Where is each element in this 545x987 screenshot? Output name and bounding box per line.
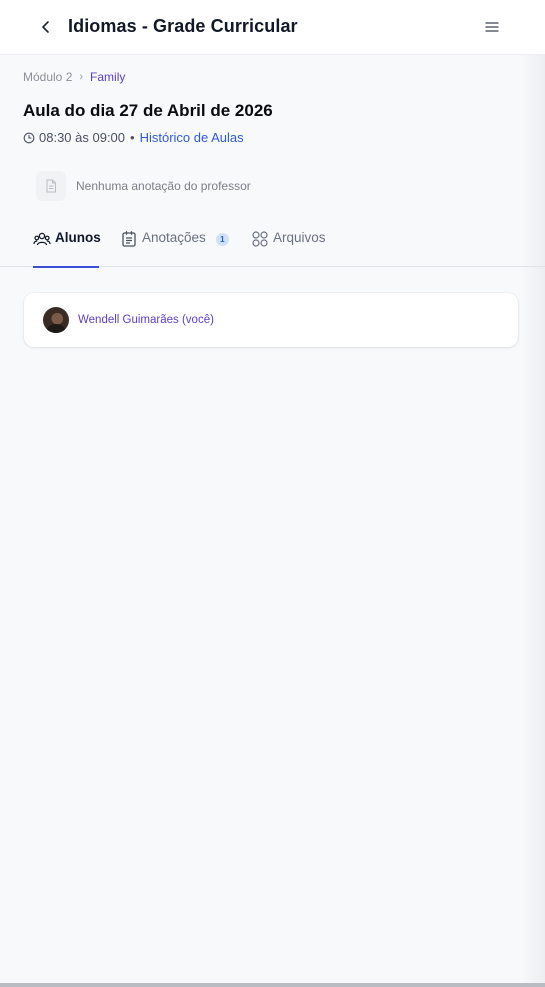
- lesson-title: Aula do dia 27 de Abril de 2026: [23, 101, 273, 120]
- lesson-time: 08:30 às 09:00: [39, 130, 126, 145]
- tab-arquivos[interactable]: Arquivos: [251, 222, 326, 266]
- tab-anotacoes[interactable]: Anotações 1: [120, 222, 229, 266]
- grid-icon: [251, 230, 269, 248]
- breadcrumb-item-module[interactable]: Módulo 2: [23, 70, 72, 84]
- teacher-note-text: Nenhuma anotação do professor: [76, 179, 251, 193]
- hamburger-menu-icon: [485, 22, 499, 32]
- bottom-scroll-indicator: [0, 983, 545, 987]
- page: Idiomas - Grade Curricular Módulo 2 › Fa…: [0, 0, 545, 987]
- student-card[interactable]: Wendell Guimarães (você): [24, 293, 518, 347]
- meta-separator: •: [130, 130, 135, 145]
- clock-icon: [23, 132, 35, 144]
- history-link[interactable]: Histórico de Aulas: [140, 130, 244, 145]
- tab-bar: Alunos Anotações 1 Arquivos: [0, 222, 545, 268]
- menu-button[interactable]: [482, 17, 502, 37]
- teacher-note: Nenhuma anotação do professor: [36, 171, 251, 201]
- back-button[interactable]: [34, 15, 58, 39]
- lesson-meta: 08:30 às 09:00 • Histórico de Aulas: [23, 130, 244, 145]
- avatar: [43, 307, 69, 333]
- tab-anotacoes-label: Anotações: [142, 230, 206, 245]
- chevron-left-icon: [42, 21, 49, 33]
- document-icon: [36, 171, 66, 201]
- top-app-bar: Idiomas - Grade Curricular: [0, 0, 545, 55]
- users-icon: [33, 230, 51, 248]
- student-name: Wendell Guimarães (você): [78, 314, 214, 326]
- tab-alunos-label: Alunos: [55, 230, 101, 245]
- app-title: Idiomas - Grade Curricular: [68, 16, 298, 36]
- breadcrumb: Módulo 2 › Family: [23, 70, 125, 84]
- clipboard-icon: [120, 230, 138, 248]
- anotacoes-count-badge: 1: [215, 233, 229, 246]
- tab-arquivos-label: Arquivos: [273, 230, 326, 245]
- tab-alunos[interactable]: Alunos: [33, 222, 101, 268]
- breadcrumb-item-family[interactable]: Family: [90, 70, 125, 84]
- breadcrumb-separator: ›: [79, 71, 84, 83]
